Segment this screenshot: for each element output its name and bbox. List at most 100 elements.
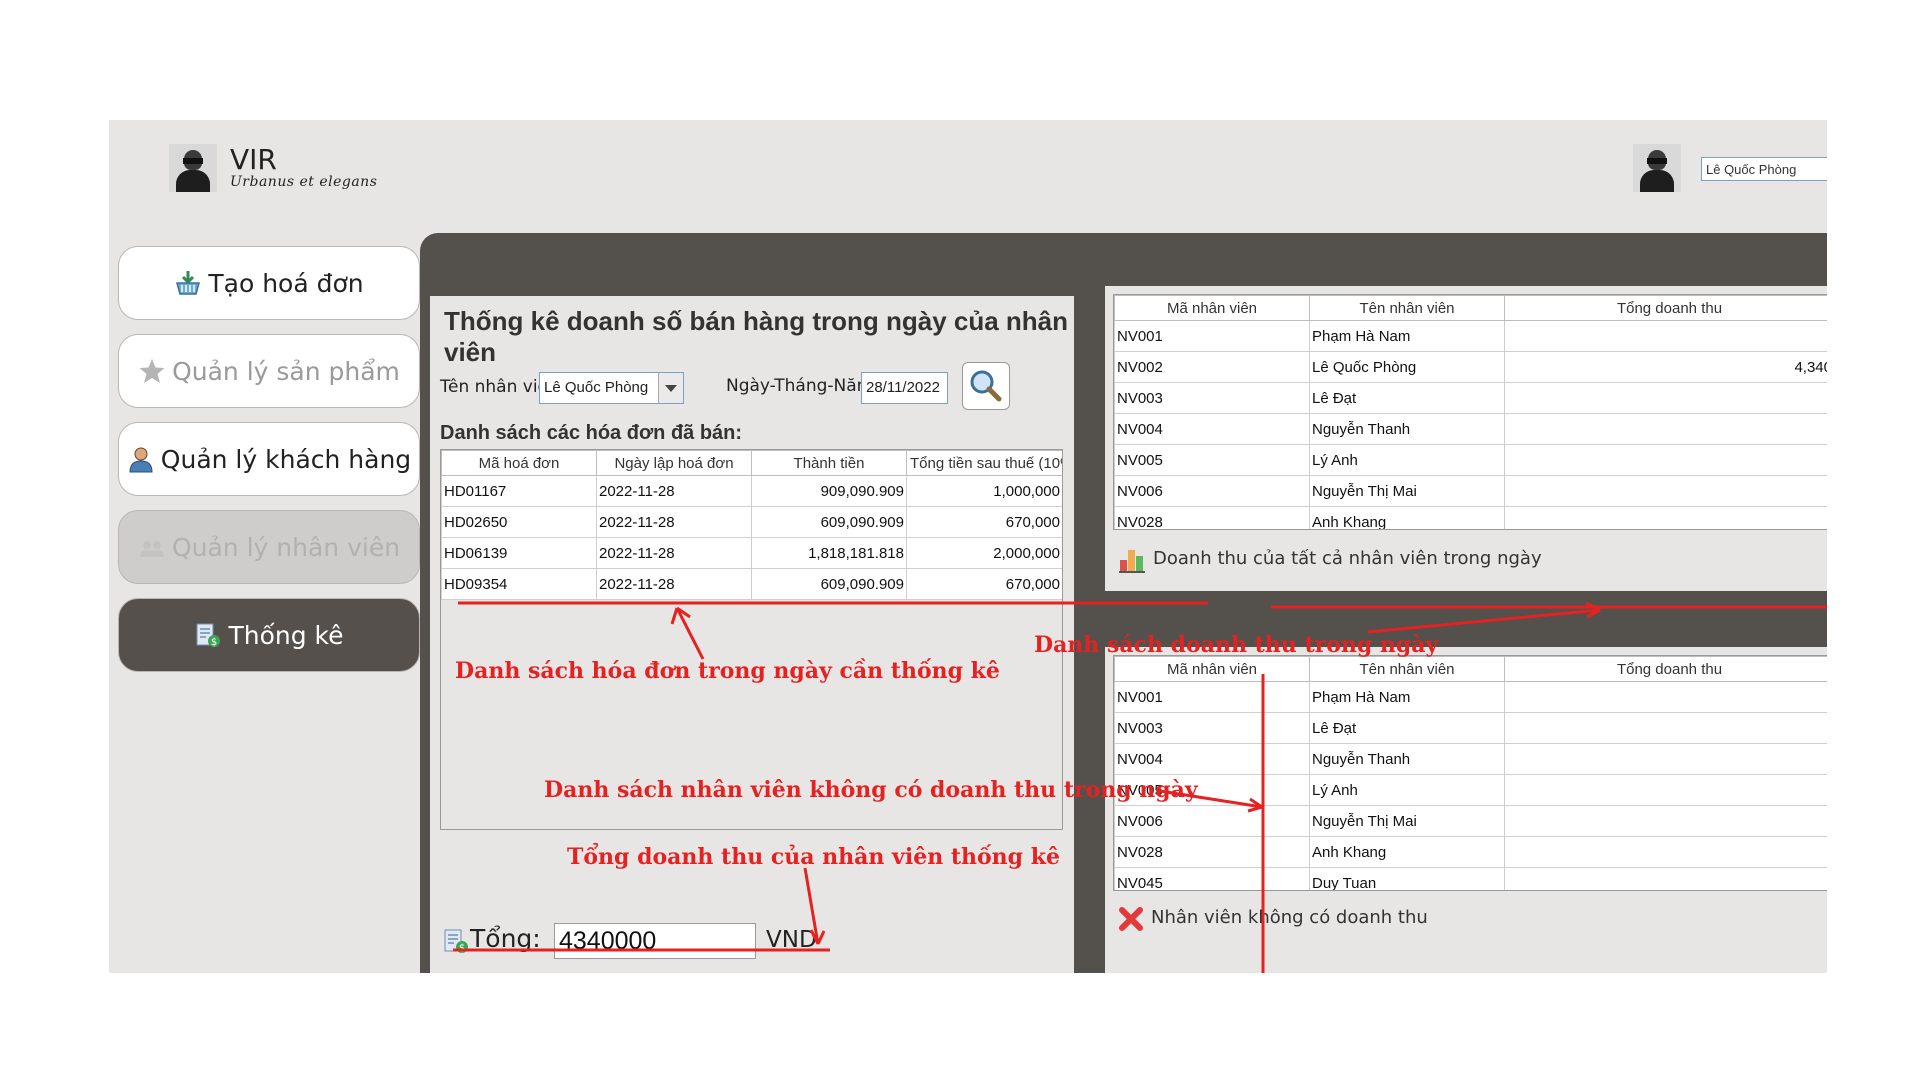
- table-cell: 1,818,181.818: [751, 537, 907, 569]
- table-cell: [1504, 743, 1827, 775]
- table-cell: Phạm Hà Nam: [1309, 681, 1505, 713]
- table-cell: Nguyễn Thanh: [1309, 413, 1505, 445]
- table-row[interactable]: NV028 Anh Khang: [1114, 506, 1827, 529]
- no-revenue-panel: Mã nhân viên Tên nhân viên Tổng doanh thu …: [1105, 647, 1827, 973]
- table-cell: 4,340: [1504, 351, 1827, 383]
- table-cell: Lý Anh: [1309, 444, 1505, 476]
- table-cell: Nguyễn Thanh: [1309, 743, 1505, 775]
- brand-name: VIR: [230, 143, 277, 176]
- sidebar-item-customers[interactable]: Quản lý khách hàng: [118, 422, 420, 496]
- column-header[interactable]: Thành tiền: [751, 450, 907, 476]
- table-cell: Phạm Hà Nam: [1309, 320, 1505, 352]
- column-header[interactable]: Mã nhân viên: [1114, 295, 1310, 321]
- annotation-revenue-list: Danh sách doanh thu trong ngày: [1034, 632, 1439, 658]
- invoice-table-frame: Mã hoá đơn Ngày lập hoá đơn Thành tiền Tổng…: [440, 449, 1063, 830]
- sidebar-item-employees[interactable]: Quản lý nhân viên: [118, 510, 420, 584]
- table-cell: [1504, 320, 1827, 352]
- invoice-list-title: Danh sách các hóa đơn đã bán:: [440, 422, 743, 444]
- sidebar-item-products[interactable]: Quản lý sản phẩm: [118, 334, 420, 408]
- table-row[interactable]: NV001 Phạm Hà Nam: [1114, 681, 1827, 713]
- total-label: Tổng:: [470, 924, 541, 953]
- table-row[interactable]: NV028 Anh Khang: [1114, 836, 1827, 868]
- table-row[interactable]: HD06139 2022-11-28 1,818,181.818 2,000,000: [441, 537, 1062, 569]
- table-cell: NV006: [1114, 805, 1310, 837]
- column-header[interactable]: Tên nhân viên: [1309, 295, 1505, 321]
- current-user-field[interactable]: Lê Quốc Phòng: [1701, 157, 1827, 181]
- table-row[interactable]: NV005 Lý Anh: [1114, 774, 1827, 806]
- table-cell: [1504, 867, 1827, 890]
- table-row[interactable]: NV005 Lý Anh: [1114, 444, 1827, 476]
- column-header[interactable]: Tổng doanh thu: [1504, 656, 1827, 682]
- column-header[interactable]: Tổng tiền sau thuế (10%): [906, 450, 1062, 476]
- table-cell: [1504, 382, 1827, 414]
- table-cell: [1504, 475, 1827, 507]
- annotation-no-revenue-list: Danh sách nhân viên không có doanh thu t…: [544, 777, 1198, 803]
- sidebar-item-label: Quản lý nhân viên: [171, 532, 401, 562]
- revenue-table-frame: Mã nhân viên Tên nhân viên Tổng doanh thu …: [1113, 294, 1827, 530]
- table-cell: Duy Tuan: [1309, 867, 1505, 890]
- table-row[interactable]: NV001 Phạm Hà Nam: [1114, 320, 1827, 352]
- column-header[interactable]: Mã nhân viên: [1114, 656, 1310, 682]
- logo-image: [169, 144, 217, 192]
- table-cell: 2022-11-28: [596, 506, 752, 538]
- table-cell: NV001: [1114, 320, 1310, 352]
- table-cell: Lê Đạt: [1309, 382, 1505, 414]
- table-cell: NV028: [1114, 836, 1310, 868]
- svg-text:$: $: [459, 943, 465, 954]
- brand-tagline: Urbanus et elegans: [230, 174, 378, 190]
- table-cell: Nguyễn Thị Mai: [1309, 475, 1505, 507]
- table-cell: Anh Khang: [1309, 506, 1505, 529]
- sidebar-item-create-invoice[interactable]: Tạo hoá đơn: [118, 246, 420, 320]
- stats-panel: Thống kê doanh số bán hàng trong ngày củ…: [430, 296, 1074, 973]
- column-header[interactable]: Mã hoá đơn: [441, 450, 597, 476]
- statistics-icon: $: [442, 927, 470, 955]
- table-cell: [1504, 506, 1827, 529]
- table-row[interactable]: HD09354 2022-11-28 609,090.909 670,000: [441, 568, 1062, 600]
- table-row[interactable]: NV002Lê Quốc Phòng4,340: [1114, 351, 1827, 383]
- table-row[interactable]: NV006 Nguyễn Thị Mai: [1114, 805, 1827, 837]
- close-icon: [1117, 905, 1145, 933]
- date-field[interactable]: 28/11/2022: [861, 372, 948, 404]
- table-row[interactable]: NV003 Lê Đạt: [1114, 382, 1827, 414]
- table-cell: [1504, 774, 1827, 806]
- search-button[interactable]: [962, 362, 1010, 410]
- table-row[interactable]: NV004 Nguyễn Thanh: [1114, 413, 1827, 445]
- table-cell: [1504, 681, 1827, 713]
- employee-select-value: Lê Quốc Phòng: [544, 379, 649, 396]
- table-cell: [1504, 805, 1827, 837]
- revenue-panel: Mã nhân viên Tên nhân viên Tổng doanh thu …: [1105, 286, 1827, 591]
- table-cell: 2022-11-28: [596, 537, 752, 569]
- sidebar-item-label: Thống kê: [228, 620, 344, 650]
- table-cell: NV002: [1114, 351, 1310, 383]
- no-revenue-caption: Nhân viên không có doanh thu: [1151, 907, 1428, 928]
- table-cell: Anh Khang: [1309, 836, 1505, 868]
- date-label: Ngày-Tháng-Năm:: [726, 376, 879, 396]
- user-avatar[interactable]: [1633, 144, 1681, 192]
- table-cell: HD09354: [441, 568, 597, 600]
- table-cell: [1504, 444, 1827, 476]
- table-row[interactable]: NV003 Lê Đạt: [1114, 712, 1827, 744]
- bar-chart-icon: [1117, 544, 1147, 574]
- total-field[interactable]: 4340000: [554, 923, 756, 959]
- table-cell: NV005: [1114, 444, 1310, 476]
- revenue-caption: Doanh thu của tất cả nhân viên trong ngà…: [1153, 548, 1542, 569]
- table-cell: NV003: [1114, 382, 1310, 414]
- table-row[interactable]: HD01167 2022-11-28 909,090.909 1,000,000: [441, 475, 1062, 507]
- table-cell: Lý Anh: [1309, 774, 1505, 806]
- table-row[interactable]: NV004 Nguyễn Thanh: [1114, 743, 1827, 775]
- column-header[interactable]: Tổng doanh thu: [1504, 295, 1827, 321]
- table-cell: 609,090.909: [751, 506, 907, 538]
- table-row[interactable]: NV045 Duy Tuan: [1114, 867, 1827, 890]
- sidebar-item-statistics[interactable]: $ Thống kê: [118, 598, 420, 672]
- table-row[interactable]: NV006 Nguyễn Thị Mai: [1114, 475, 1827, 507]
- user-icon: [127, 445, 155, 473]
- annotation-total-revenue: Tổng doanh thu của nhân viên thống kê: [567, 844, 1060, 870]
- column-header[interactable]: Tên nhân viên: [1309, 656, 1505, 682]
- sidebar-item-label: Quản lý sản phẩm: [172, 356, 400, 386]
- employee-select[interactable]: Lê Quốc Phòng: [539, 372, 684, 404]
- table-cell: 670,000: [906, 506, 1062, 538]
- table-row[interactable]: HD02650 2022-11-28 609,090.909 670,000: [441, 506, 1062, 538]
- column-header[interactable]: Ngày lập hoá đơn: [596, 450, 752, 476]
- search-icon: [970, 370, 1002, 402]
- chevron-down-icon[interactable]: [658, 373, 683, 403]
